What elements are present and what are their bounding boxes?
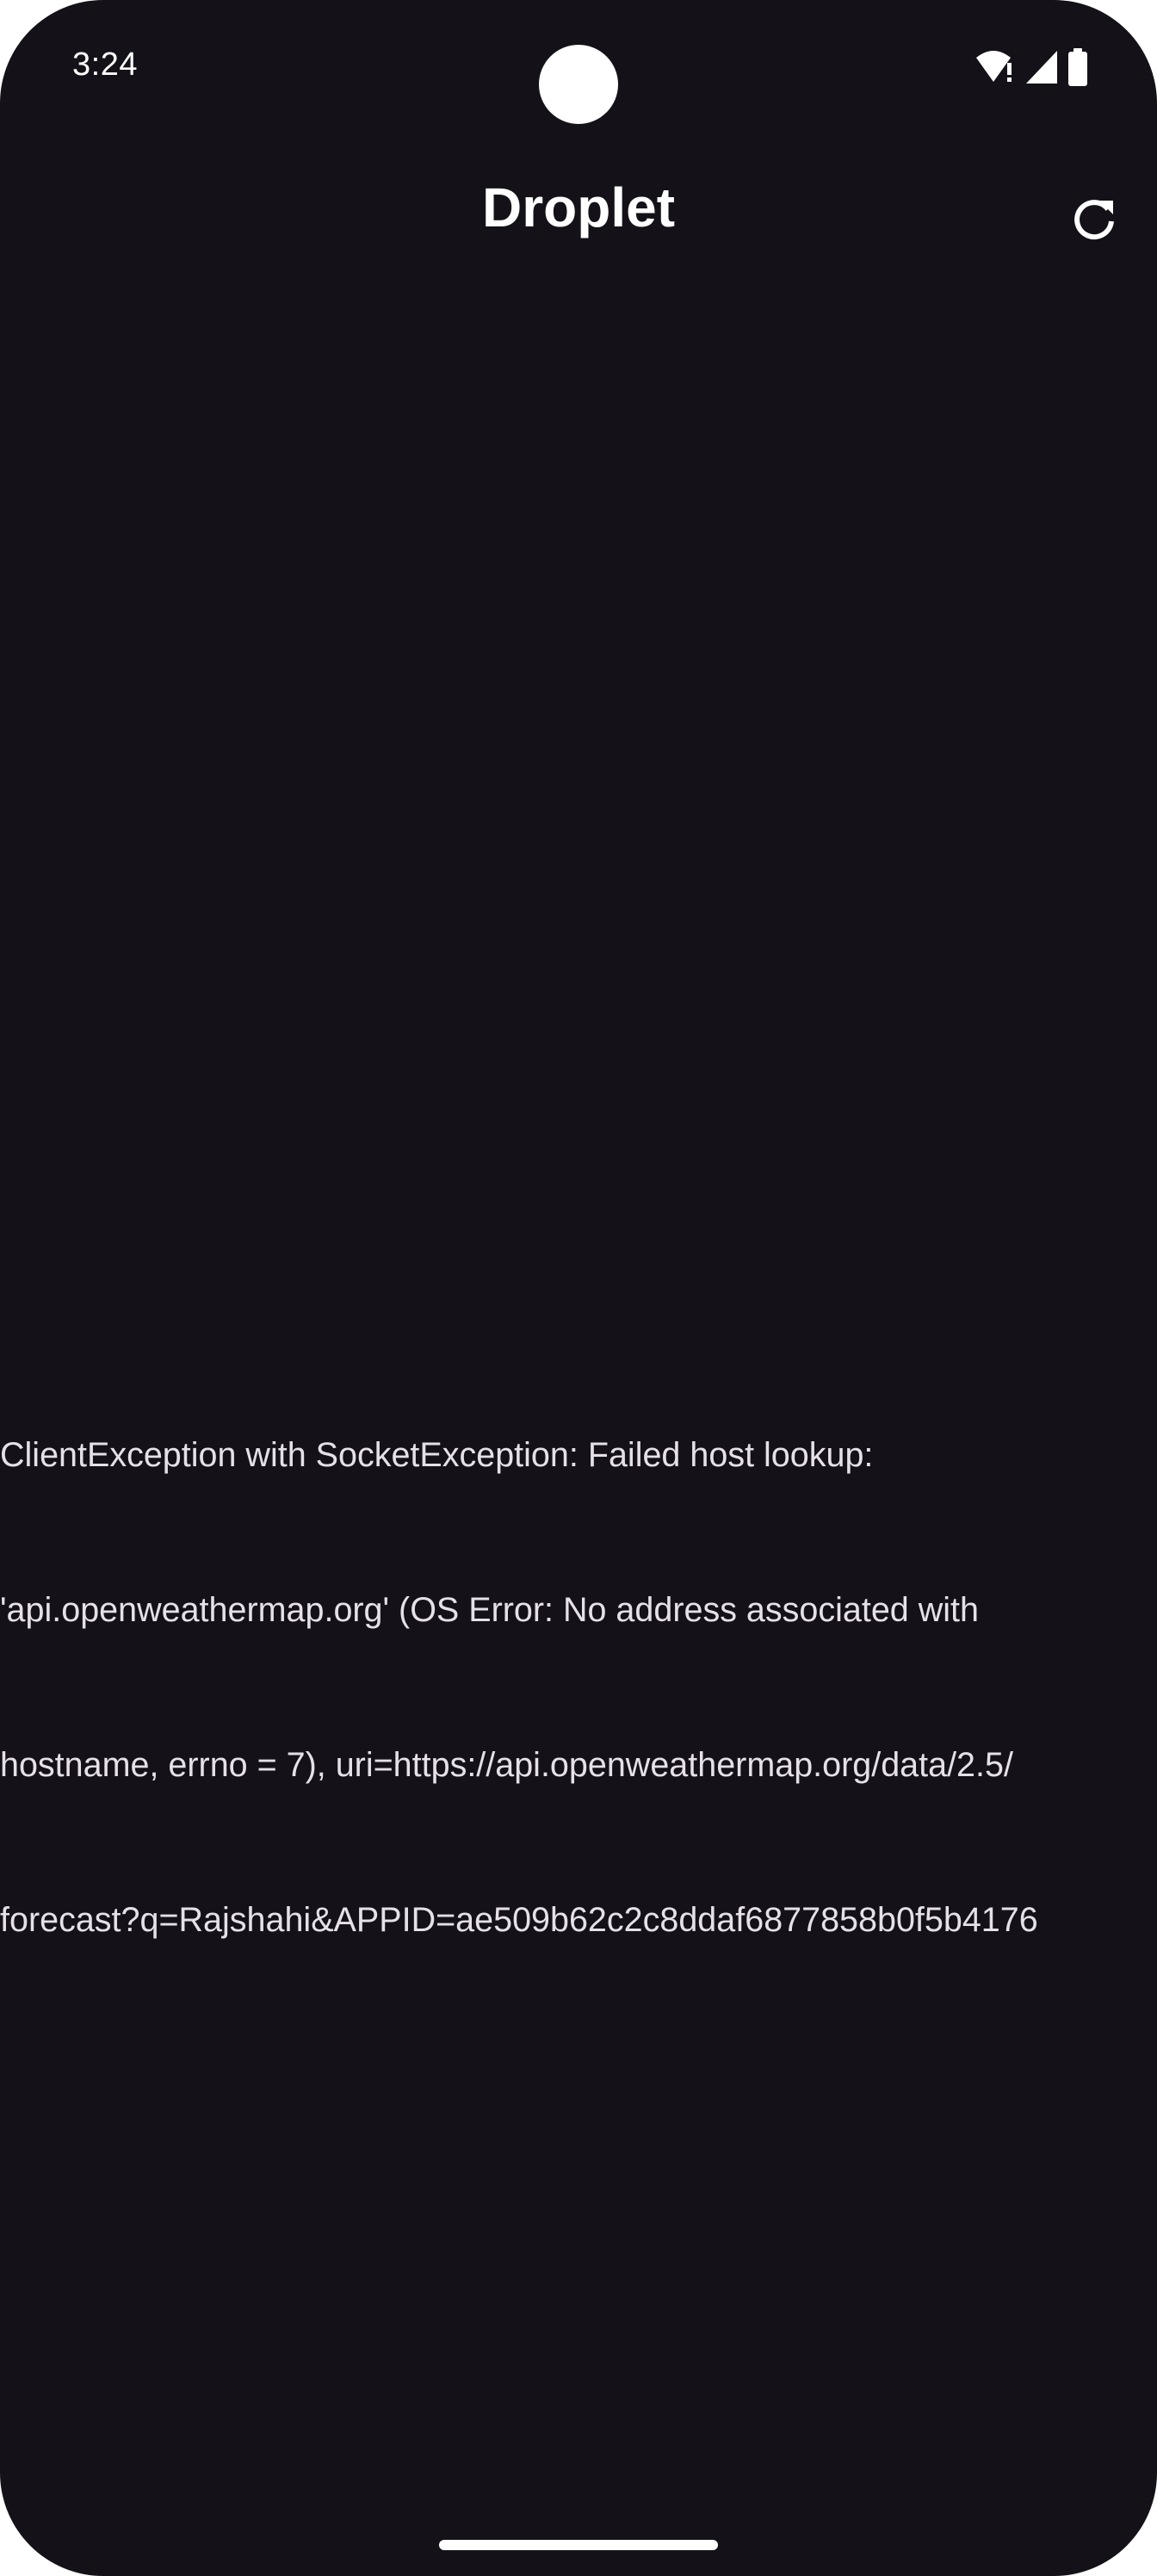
battery-icon [1067,48,1088,86]
app-title: Droplet [482,176,675,238]
gesture-handle[interactable] [439,2540,718,2550]
status-icons [974,48,1088,86]
wifi-alert-icon [974,49,1016,85]
refresh-icon [1070,195,1118,248]
status-bar: 3:24 [0,0,1157,129]
error-line: forecast?q=Rajshahi&APPID=ae509b62c2c8dd… [0,1901,1038,1939]
error-line: ClientException with SocketException: Fa… [0,1436,874,1474]
refresh-button[interactable] [1052,179,1136,263]
error-line: 'api.openweathermap.org' (OS Error: No a… [0,1591,979,1629]
status-time: 3:24 [72,46,138,83]
app-screen: 3:24 Droplet ClientException with Socket… [0,0,1157,2576]
error-line: hostname, errno = 7), uri=https://api.op… [0,1746,1013,1784]
camera-cutout [539,45,618,124]
signal-icon [1024,49,1059,85]
error-message: ClientException with SocketException: Fa… [0,1326,1150,2049]
app-bar: Droplet [0,146,1157,270]
